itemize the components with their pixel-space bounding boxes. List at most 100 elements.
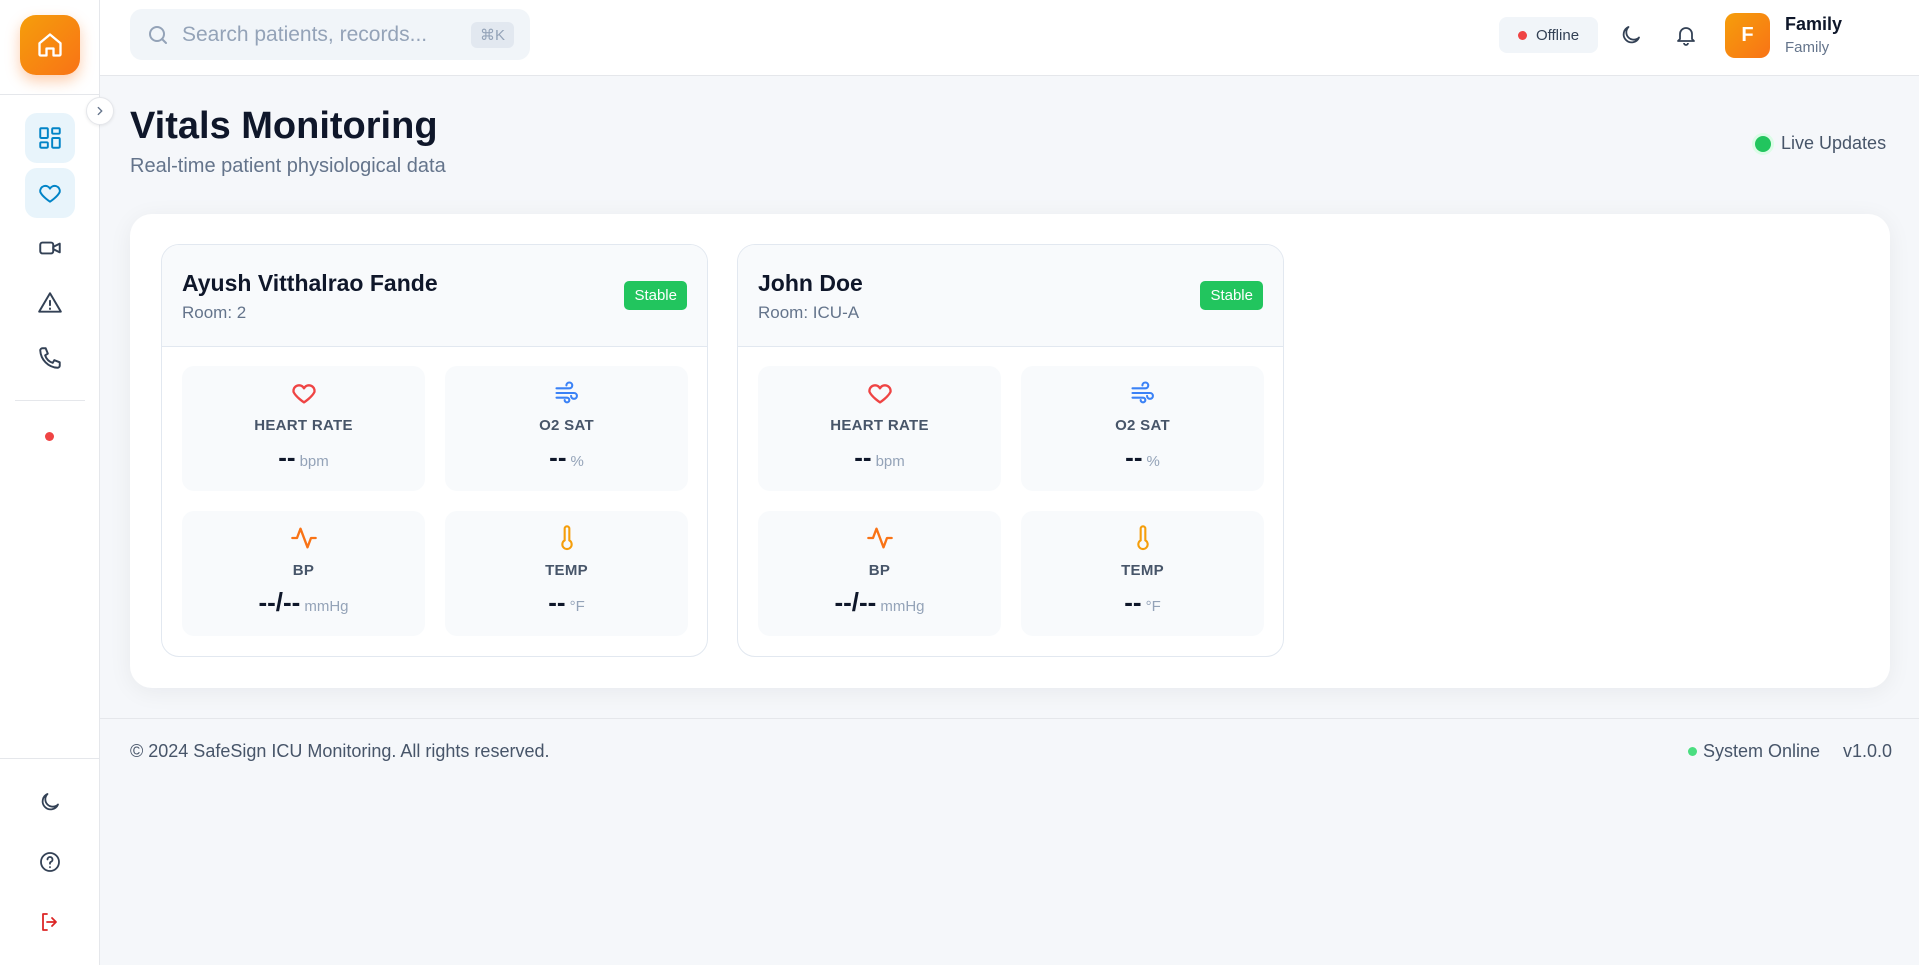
page-subtitle: Real-time patient physiological data	[130, 155, 446, 177]
heart-rate-tile: HEART RATE -- bpm	[758, 366, 1001, 491]
bell-icon	[1677, 27, 1695, 46]
vital-label: HEART RATE	[254, 417, 353, 434]
notification-dot	[45, 432, 54, 441]
vital-unit: %	[1146, 453, 1160, 470]
phone-icon	[39, 347, 61, 369]
dark-mode-button[interactable]	[1616, 20, 1646, 50]
moon-icon	[1622, 26, 1640, 44]
status-badge: Stable	[624, 281, 687, 310]
connection-status-badge: Offline	[1499, 17, 1598, 53]
footer-divider	[100, 718, 1919, 719]
vital-value: --	[549, 442, 567, 472]
version-label: v1.0.0	[1843, 741, 1893, 761]
o2-sat-tile: O2 SAT --%	[1021, 366, 1264, 491]
patient-card-header: Ayush Vitthalrao Fande Room: 2 Stable	[162, 245, 707, 347]
thermometer-icon	[560, 525, 573, 551]
alert-triangle-icon	[38, 292, 62, 313]
vital-unit: mmHg	[304, 598, 349, 615]
vital-value: --	[1125, 442, 1143, 472]
live-dot	[1755, 135, 1771, 152]
heart-icon	[39, 184, 61, 203]
vital-label: BP	[292, 562, 315, 579]
sidebar-divider	[15, 400, 85, 401]
home-button[interactable]	[20, 15, 80, 75]
patient-room: Room: ICU-A	[758, 303, 860, 322]
vital-value: --	[278, 442, 296, 472]
vital-unit: mmHg	[880, 598, 925, 615]
live-updates-label: Live Updates	[1781, 133, 1887, 153]
logout-icon	[42, 913, 57, 931]
theme-toggle-button[interactable]	[25, 777, 75, 827]
vital-label: O2 SAT	[539, 417, 594, 434]
thermometer-icon	[1136, 525, 1149, 551]
patient-card[interactable]: Ayush Vitthalrao Fande Room: 2 Stable HE…	[161, 244, 708, 657]
help-icon	[40, 852, 60, 872]
system-status: System Online	[1688, 741, 1820, 762]
status-badge: Stable	[1200, 281, 1263, 310]
search-shortcut: ⌘K	[470, 21, 514, 48]
vital-label: HEART RATE	[830, 417, 929, 434]
top-header: Search patients, records... ⌘K Offline F…	[100, 0, 1919, 76]
live-updates-indicator: Live Updates	[1755, 133, 1886, 154]
bp-tile: BP --/-- mmHg	[758, 511, 1001, 636]
copyright-text: © 2024 SafeSign ICU Monitoring. All righ…	[130, 741, 550, 761]
notifications-button[interactable]	[1671, 20, 1701, 50]
wind-icon	[1130, 381, 1154, 404]
vital-label: TEMP	[1121, 562, 1164, 579]
nav-dashboard[interactable]	[25, 113, 75, 163]
system-status-label: System Online	[1703, 741, 1821, 761]
video-icon	[39, 241, 61, 255]
user-name[interactable]: Family	[1785, 14, 1842, 35]
help-button[interactable]	[25, 837, 75, 887]
patient-room: Room: 2	[182, 303, 247, 322]
vital-value: --	[548, 587, 566, 617]
sidebar-divider	[0, 94, 100, 95]
activity-icon	[866, 527, 893, 549]
patient-card[interactable]: John Doe Room: ICU-A Stable HEART RATE -…	[737, 244, 1284, 657]
page-title: Vitals Monitoring	[130, 105, 438, 147]
sidebar-divider	[0, 758, 100, 759]
search-input[interactable]: Search patients, records...	[182, 23, 471, 47]
activity-icon	[290, 527, 317, 549]
vital-unit: °F	[569, 598, 585, 615]
sidebar-collapse-button[interactable]	[86, 97, 114, 125]
vital-label: TEMP	[545, 562, 588, 579]
connection-status-label: Offline	[1535, 26, 1580, 44]
patients-panel: Ayush Vitthalrao Fande Room: 2 Stable HE…	[130, 214, 1890, 688]
moon-icon	[41, 793, 59, 811]
vital-unit: °F	[1145, 598, 1161, 615]
system-status-dot	[1688, 747, 1697, 756]
vital-label: BP	[868, 562, 891, 579]
search-icon	[149, 25, 167, 44]
vital-unit: bpm	[299, 453, 329, 470]
bp-tile: BP --/-- mmHg	[182, 511, 425, 636]
vital-value: --	[854, 442, 872, 472]
sidebar	[0, 0, 114, 965]
nav-alerts[interactable]	[25, 278, 75, 328]
vital-unit: bpm	[875, 453, 905, 470]
vital-value: --/--	[834, 587, 877, 617]
nav-calls[interactable]	[25, 333, 75, 383]
user-role: Family	[1785, 39, 1830, 56]
temp-tile: TEMP -- °F	[445, 511, 688, 636]
heart-icon	[867, 384, 892, 404]
logout-button[interactable]	[25, 897, 75, 947]
vital-value: --/--	[258, 587, 301, 617]
patient-name: Ayush Vitthalrao Fande	[182, 270, 438, 296]
user-avatar[interactable]: F	[1725, 13, 1770, 58]
heart-icon	[291, 384, 316, 404]
search-bar[interactable]: Search patients, records... ⌘K	[130, 9, 530, 60]
status-dot	[1517, 30, 1527, 40]
chevron-right-icon	[97, 106, 103, 116]
home-icon	[38, 33, 62, 57]
nav-video[interactable]	[25, 223, 75, 273]
nav-vitals[interactable]	[25, 168, 75, 218]
heart-rate-tile: HEART RATE -- bpm	[182, 366, 425, 491]
dashboard-icon	[39, 127, 61, 149]
vital-unit: %	[570, 453, 584, 470]
patient-name: John Doe	[758, 270, 863, 296]
vital-label: O2 SAT	[1115, 417, 1170, 434]
patient-card-header: John Doe Room: ICU-A Stable	[738, 245, 1283, 347]
wind-icon	[554, 381, 578, 404]
o2-sat-tile: O2 SAT --%	[445, 366, 688, 491]
